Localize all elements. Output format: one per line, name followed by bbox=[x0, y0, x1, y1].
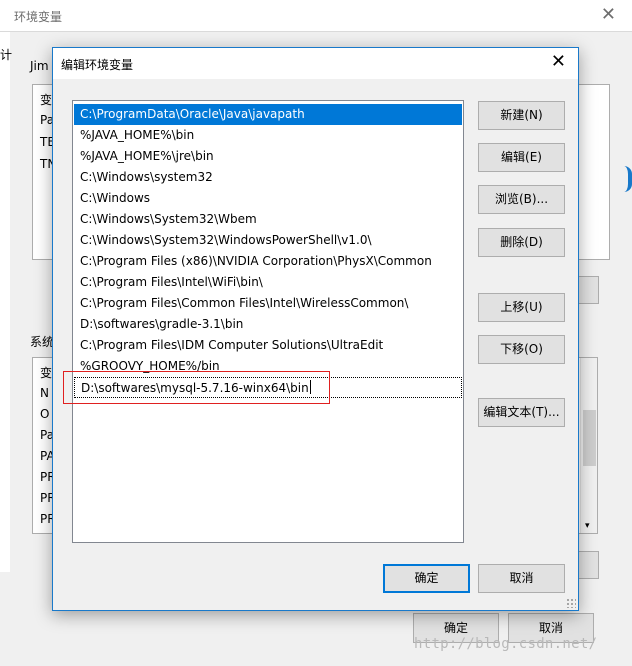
ok-button[interactable]: 确定 bbox=[383, 564, 470, 593]
outer-system-delete-button[interactable] bbox=[578, 551, 599, 579]
scroll-down-arrow-icon[interactable]: ▾ bbox=[585, 521, 590, 531]
edit-button[interactable]: 编辑(E) bbox=[478, 143, 565, 172]
system-variable-row[interactable]: O bbox=[40, 407, 49, 421]
dialog-title-bar: 编辑环境变量 ✕ bbox=[53, 48, 578, 79]
path-list[interactable]: C:\ProgramData\Oracle\Java\javapath %JAV… bbox=[72, 100, 464, 543]
system-variables-header: 变 bbox=[40, 366, 53, 380]
edit-env-dialog: 编辑环境变量 ✕ C:\ProgramData\Oracle\Java\java… bbox=[52, 47, 579, 611]
path-text: %JAVA_HOME%\jre\bin bbox=[80, 149, 214, 163]
path-text: C:\Windows bbox=[80, 191, 151, 205]
edit-text-button[interactable]: 编辑文本(T)... bbox=[478, 398, 565, 427]
scrollbar-thumb[interactable] bbox=[583, 410, 596, 466]
move-up-button[interactable]: 上移(U) bbox=[478, 293, 565, 322]
path-item[interactable]: C:\Program Files (x86)\NVIDIA Corporatio… bbox=[74, 251, 462, 272]
path-text: %JAVA_HOME%\bin bbox=[80, 128, 195, 142]
outer-left-strip-text: 计 bbox=[0, 48, 13, 62]
dialog-title: 编辑环境变量 bbox=[61, 58, 134, 72]
path-text: C:\ProgramData\Oracle\Java\javapath bbox=[80, 107, 305, 121]
path-text: D:\softwares\gradle-3.1\bin bbox=[80, 317, 244, 331]
path-item[interactable]: C:\Program Files\IDM Computer Solutions\… bbox=[74, 335, 462, 356]
annotation-red-box bbox=[63, 371, 330, 404]
outer-title-bar: 环境变量 ✕ bbox=[0, 0, 632, 32]
path-item[interactable]: %JAVA_HOME%\jre\bin bbox=[74, 146, 462, 167]
user-variables-group-label: Jim bbox=[30, 59, 49, 73]
new-button[interactable]: 新建(N) bbox=[478, 101, 565, 130]
path-text: C:\Program Files\IDM Computer Solutions\… bbox=[80, 338, 384, 352]
outer-window-title: 环境变量 bbox=[14, 10, 63, 24]
path-item[interactable]: D:\softwares\gradle-3.1\bin bbox=[74, 314, 462, 335]
user-variables-header: 变 bbox=[40, 93, 53, 107]
path-item-selected[interactable]: C:\ProgramData\Oracle\Java\javapath bbox=[74, 104, 462, 125]
outer-user-delete-button[interactable] bbox=[578, 276, 599, 304]
resize-grip-icon[interactable] bbox=[566, 598, 576, 608]
path-item[interactable]: %JAVA_HOME%\bin bbox=[74, 125, 462, 146]
system-variable-row[interactable]: N bbox=[40, 386, 49, 400]
blue-logo-fragment bbox=[624, 166, 632, 192]
path-item[interactable]: C:\Windows\System32\Wbem bbox=[74, 209, 462, 230]
outer-close-icon[interactable]: ✕ bbox=[601, 4, 616, 25]
outer-left-strip: 计 bbox=[0, 32, 13, 572]
cancel-button[interactable]: 取消 bbox=[478, 564, 565, 593]
path-item[interactable]: C:\Windows\system32 bbox=[74, 167, 462, 188]
browse-button[interactable]: 浏览(B)... bbox=[478, 185, 565, 214]
move-down-button[interactable]: 下移(O) bbox=[478, 335, 565, 364]
delete-button[interactable]: 删除(D) bbox=[478, 228, 565, 257]
path-item[interactable]: C:\Windows\System32\WindowsPowerShell\v1… bbox=[74, 230, 462, 251]
path-text: C:\Windows\System32\WindowsPowerShell\v1… bbox=[80, 233, 372, 247]
system-variables-group-label: 系统 bbox=[30, 335, 55, 349]
path-text: C:\Windows\System32\Wbem bbox=[80, 212, 257, 226]
system-variables-scrollbar[interactable]: ▾ bbox=[580, 358, 597, 533]
path-text: C:\Program Files\Intel\WiFi\bin\ bbox=[80, 275, 263, 289]
path-item[interactable]: C:\Windows bbox=[74, 188, 462, 209]
dialog-close-icon[interactable]: ✕ bbox=[551, 51, 566, 72]
path-item[interactable]: C:\Program Files\Intel\WiFi\bin\ bbox=[74, 272, 462, 293]
path-text: C:\Program Files (x86)\NVIDIA Corporatio… bbox=[80, 254, 432, 268]
path-item[interactable]: C:\Program Files\Common Files\Intel\Wire… bbox=[74, 293, 462, 314]
path-text: C:\Program Files\Common Files\Intel\Wire… bbox=[80, 296, 409, 310]
path-text: C:\Windows\system32 bbox=[80, 170, 213, 184]
watermark: http://blog.csdn.net/ bbox=[414, 636, 598, 652]
